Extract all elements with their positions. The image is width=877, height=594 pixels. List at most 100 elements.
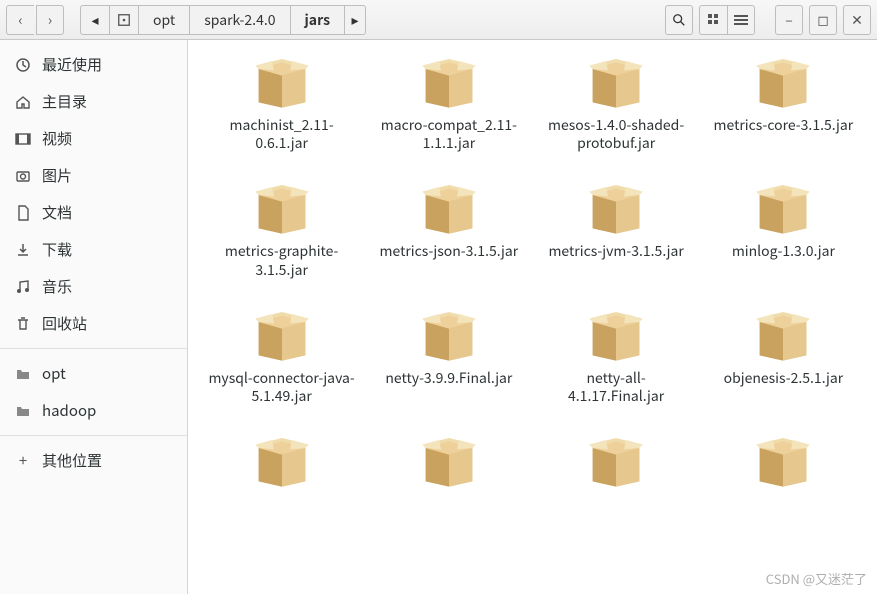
path-segment-1[interactable]: spark-2.4.0 [189,5,290,35]
package-icon [242,297,322,367]
package-icon [576,423,656,493]
nav-forward-button[interactable]: › [36,5,64,35]
sidebar-place-4[interactable]: 文档 [0,194,187,231]
file-item[interactable] [533,419,700,499]
sidebar-item-label: hadoop [42,400,96,421]
package-icon [743,423,823,493]
sidebar-item-label: opt [42,363,66,384]
sidebar-item-label: 主目录 [42,91,87,112]
sidebar-place-0[interactable]: 最近使用 [0,46,187,83]
path-more-button[interactable]: ▸ [344,5,366,35]
file-item[interactable]: minlog-1.3.0.jar [700,166,867,282]
trash-icon [14,315,32,333]
sidebar-place-3[interactable]: 图片 [0,157,187,194]
file-item[interactable]: objenesis-2.5.1.jar [700,293,867,409]
file-name-label: minlog-1.3.0.jar [732,242,835,260]
clock-icon [14,56,32,74]
file-item[interactable] [700,419,867,499]
sidebar-item-label: 图片 [42,165,72,186]
view-icons-button[interactable] [699,5,727,35]
sidebar-separator [0,435,187,436]
package-icon [743,44,823,114]
sidebar-place-7[interactable]: 回收站 [0,305,187,342]
sidebar-bookmark-1[interactable]: hadoop [0,392,187,429]
file-item[interactable]: mesos-1.4.0-shaded-protobuf.jar [533,40,700,156]
package-icon [242,170,322,240]
package-icon [242,44,322,114]
file-grid: machinist_2.11-0.6.1.jar macro-compat_2.1… [198,40,867,499]
path-root-button[interactable]: ◂ [80,5,110,35]
file-item[interactable]: metrics-jvm-3.1.5.jar [533,166,700,282]
package-icon [743,170,823,240]
file-item[interactable]: metrics-graphite-3.1.5.jar [198,166,365,282]
package-icon [409,297,489,367]
file-name-label: machinist_2.11-0.6.1.jar [207,116,357,152]
file-name-label: metrics-jvm-3.1.5.jar [548,242,683,260]
file-item[interactable]: machinist_2.11-0.6.1.jar [198,40,365,156]
package-icon [242,423,322,493]
package-icon [409,170,489,240]
package-icon [743,297,823,367]
sidebar-item-label: 最近使用 [42,54,102,75]
package-icon [409,44,489,114]
file-item[interactable]: netty-all-4.1.17.Final.jar [533,293,700,409]
path-segment-2[interactable]: jars [290,5,345,35]
file-item[interactable]: metrics-core-3.1.5.jar [700,40,867,156]
main-area: 最近使用主目录视频图片文档下载音乐回收站 opt hadoop + 其他位置 ma… [0,40,877,594]
file-name-label: objenesis-2.5.1.jar [724,369,844,387]
sidebar-item-label: 文档 [42,202,72,223]
file-item[interactable]: macro-compat_2.11-1.1.1.jar [365,40,532,156]
doc-icon [14,204,32,222]
file-name-label: mesos-1.4.0-shaded-protobuf.jar [541,116,691,152]
sidebar-other-locations[interactable]: + 其他位置 [0,442,187,479]
path-drive-icon[interactable] [109,5,139,35]
file-item[interactable]: mysql-connector-java-5.1.49.jar [198,293,365,409]
view-menu-button[interactable] [727,5,755,35]
file-item[interactable] [198,419,365,499]
path-bar: ◂ opt spark-2.4.0 jars ▸ [80,5,366,35]
file-name-label: mysql-connector-java-5.1.49.jar [207,369,357,405]
file-item[interactable]: metrics-json-3.1.5.jar [365,166,532,282]
package-icon [576,297,656,367]
folder-icon [14,365,32,383]
sidebar-item-label: 回收站 [42,313,87,334]
minimize-button[interactable]: – [775,5,803,35]
download-icon [14,241,32,259]
file-content-area: machinist_2.11-0.6.1.jar macro-compat_2.1… [188,40,877,594]
file-item[interactable] [365,419,532,499]
folder-icon [14,402,32,420]
sidebar-item-label: 视频 [42,128,72,149]
file-name-label: metrics-graphite-3.1.5.jar [207,242,357,278]
close-button[interactable]: ✕ [843,5,871,35]
path-segment-0[interactable]: opt [138,5,190,35]
sidebar-place-2[interactable]: 视频 [0,120,187,157]
toolbar-right: – ◻ ✕ [665,5,871,35]
file-name-label: metrics-json-3.1.5.jar [380,242,519,260]
sidebar-place-1[interactable]: 主目录 [0,83,187,120]
sidebar-item-label: 其他位置 [42,450,102,471]
search-button[interactable] [665,5,693,35]
sidebar-item-label: 下载 [42,239,72,260]
photo-icon [14,167,32,185]
video-icon [14,130,32,148]
sidebar-item-label: 音乐 [42,276,72,297]
music-icon [14,278,32,296]
toolbar: ‹ › ◂ opt spark-2.4.0 jars ▸ – ◻ ✕ [0,0,877,40]
sidebar: 最近使用主目录视频图片文档下载音乐回收站 opt hadoop + 其他位置 [0,40,188,594]
package-icon [576,44,656,114]
maximize-button[interactable]: ◻ [809,5,837,35]
sidebar-place-5[interactable]: 下载 [0,231,187,268]
file-name-label: netty-all-4.1.17.Final.jar [541,369,691,405]
package-icon [576,170,656,240]
file-name-label: netty-3.9.9.Final.jar [385,369,512,387]
nav-back-button[interactable]: ‹ [6,5,34,35]
file-name-label: metrics-core-3.1.5.jar [714,116,854,134]
file-name-label: macro-compat_2.11-1.1.1.jar [374,116,524,152]
file-item[interactable]: netty-3.9.9.Final.jar [365,293,532,409]
sidebar-bookmark-0[interactable]: opt [0,355,187,392]
plus-icon: + [14,452,32,470]
sidebar-separator [0,348,187,349]
package-icon [409,423,489,493]
home-icon [14,93,32,111]
sidebar-place-6[interactable]: 音乐 [0,268,187,305]
